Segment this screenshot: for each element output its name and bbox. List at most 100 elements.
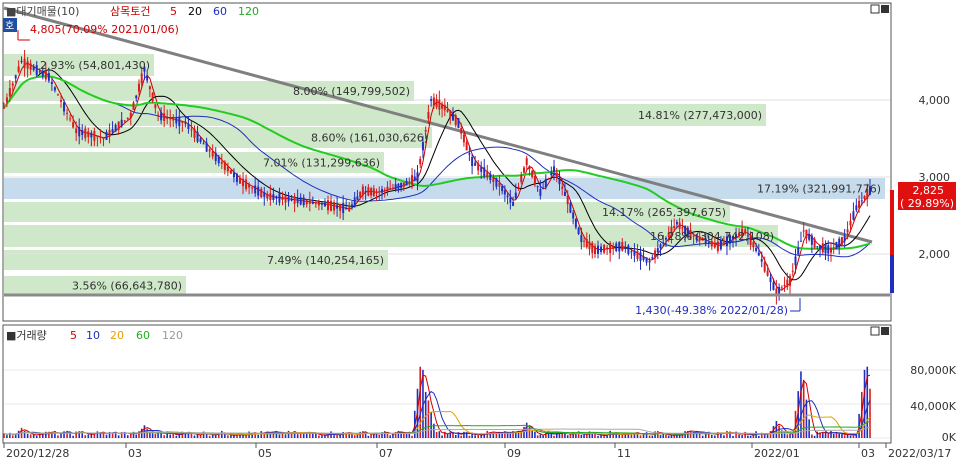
candle-body: [11, 83, 14, 86]
badge: 호: [5, 20, 14, 32]
candle-body: [72, 122, 75, 128]
current-price: 2,825: [913, 184, 945, 197]
candle-body: [345, 208, 348, 210]
candle-body: [208, 149, 211, 152]
candle-body: [245, 179, 248, 189]
candle-body: [419, 158, 422, 165]
candle-body: [606, 247, 609, 250]
volume-bar: [446, 434, 449, 438]
volume-bar: [312, 433, 314, 438]
volume-bar: [287, 430, 290, 438]
volume-bar: [726, 430, 728, 438]
volume-bar: [509, 433, 512, 438]
volume-bar: [163, 435, 165, 438]
candle-body: [63, 102, 66, 112]
candle-body: [293, 196, 296, 204]
candle-body: [126, 117, 129, 119]
candle-body: [786, 279, 789, 287]
candle-body: [522, 167, 525, 173]
candle-body: [8, 88, 11, 97]
volume-bar: [701, 435, 704, 438]
volume-bar: [321, 435, 323, 438]
candle-body: [348, 207, 351, 212]
candle-body: [17, 66, 20, 72]
volume-bar: [813, 435, 816, 438]
maximize-icon[interactable]: [870, 4, 880, 14]
candle-body: [808, 234, 811, 240]
candle-body: [675, 221, 678, 225]
candle-body: [140, 73, 143, 84]
volume-bar: [832, 433, 835, 438]
candle-body: [612, 246, 615, 250]
volume-bar: [419, 366, 422, 438]
volume-bar: [72, 435, 74, 438]
candle-body: [59, 99, 62, 102]
volume-bar: [193, 435, 196, 438]
candle-body: [169, 118, 172, 120]
candle-body: [5, 97, 8, 103]
candle-body: [330, 200, 333, 211]
candle-body: [251, 187, 254, 189]
volume-legend-title: ■거래량: [6, 329, 47, 342]
candle-body: [287, 196, 290, 202]
candle-body: [860, 200, 863, 202]
volume-bar: [6, 435, 8, 438]
candle-body: [266, 194, 269, 199]
candle-body: [239, 178, 242, 184]
candle-body: [639, 252, 642, 261]
candle-body: [645, 257, 648, 263]
candle-body: [654, 250, 657, 258]
volume-bar: [257, 434, 260, 438]
candle-body: [323, 202, 326, 207]
candle-body: [789, 276, 792, 286]
x-tick-label: 07: [379, 447, 393, 460]
candle-body: [50, 81, 53, 84]
candle-body: [242, 178, 245, 187]
candle-body: [819, 245, 822, 250]
candle-body: [359, 192, 362, 198]
candle-body: [14, 75, 17, 79]
candle-body: [451, 113, 454, 121]
candle-body: [829, 247, 832, 253]
candle-body: [580, 235, 583, 243]
candle-body: [824, 243, 827, 254]
candle-body: [353, 197, 356, 207]
candle-body: [501, 185, 504, 192]
candle-body: [471, 157, 474, 167]
candle-body: [278, 193, 281, 203]
candle-body: [326, 200, 329, 211]
candle-body: [780, 287, 783, 289]
candle-body: [794, 256, 797, 266]
candle-body: [378, 191, 381, 193]
candle-body: [32, 66, 35, 71]
supply-zone-label: 7.01% (131,299,636): [263, 157, 380, 170]
candle-body: [96, 136, 99, 138]
candle-body: [220, 162, 223, 164]
supply-zone-label: 7.49% (140,254,165): [267, 254, 384, 267]
candle-body: [263, 192, 266, 197]
volume-bar: [11, 435, 14, 438]
volume-bar: [539, 434, 542, 438]
price-axis: 4,000 3,000 2,000: [919, 94, 951, 261]
volume-bar: [435, 431, 438, 438]
candle-body: [99, 137, 102, 139]
volume-bar: [585, 435, 588, 438]
volume-bar: [175, 435, 178, 438]
volume-bar: [558, 434, 561, 438]
volume-bar: [214, 435, 217, 438]
candle-body: [391, 187, 394, 189]
maximize-icon[interactable]: [870, 326, 880, 336]
close-icon[interactable]: [881, 327, 889, 335]
candle-body: [217, 156, 220, 164]
candle-body: [593, 246, 596, 254]
volume-bar: [151, 433, 154, 438]
x-tick-label: 2022/03/17: [888, 447, 951, 460]
close-icon[interactable]: [881, 5, 889, 13]
candle-body: [166, 117, 169, 119]
volume-bar: [665, 434, 667, 438]
candle-body: [460, 128, 463, 134]
volume-bar: [747, 435, 749, 438]
candle-body: [563, 191, 566, 196]
volume-bar: [69, 433, 71, 438]
candle-body: [799, 240, 802, 242]
